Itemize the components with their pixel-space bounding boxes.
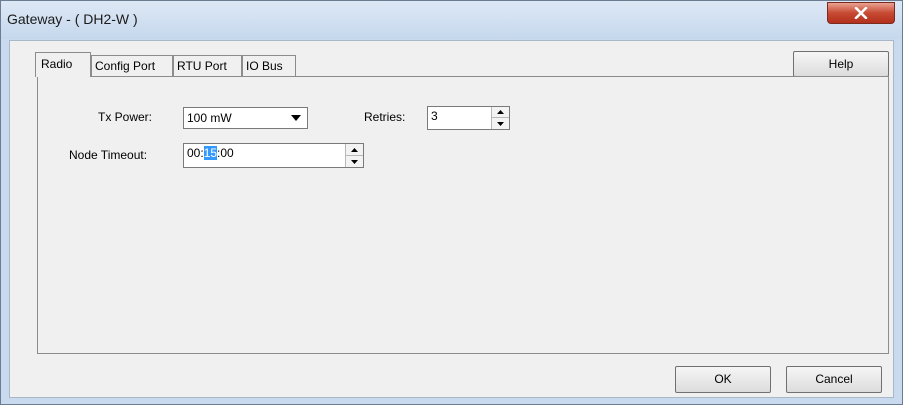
spin-up-icon [497, 110, 504, 114]
window-title: Gateway - ( DH2-W ) [7, 11, 138, 27]
node-timeout-value: 00:15:00 [187, 146, 234, 160]
retries-spin-down-button[interactable] [492, 118, 509, 129]
retries-spinbox[interactable]: 3 [427, 106, 510, 130]
close-icon [854, 7, 868, 19]
node-timeout-spin-down-button[interactable] [346, 156, 363, 168]
ok-button[interactable]: OK [675, 366, 771, 393]
dialog-client-area: Radio Config Port RTU Port IO Bus Help T… [9, 40, 894, 398]
node-timeout-seconds: :00 [217, 146, 234, 160]
title-bar[interactable]: Gateway - ( DH2-W ) [1, 1, 902, 39]
tab-rtu-port[interactable]: RTU Port [173, 55, 242, 76]
tx-power-dropdown[interactable]: 100 mW [183, 107, 308, 129]
retries-label: Retries: [364, 110, 406, 124]
tx-power-label: Tx Power: [98, 110, 153, 124]
retries-spin-buttons [491, 107, 509, 129]
spin-up-icon [351, 148, 358, 152]
tab-io-bus[interactable]: IO Bus [242, 55, 296, 76]
tab-radio[interactable]: Radio [35, 52, 91, 77]
retries-value: 3 [431, 109, 438, 123]
close-button[interactable] [827, 2, 895, 24]
node-timeout-spin-buttons [345, 144, 363, 167]
node-timeout-label: Node Timeout: [69, 148, 148, 162]
radio-tab-panel: Tx Power: 100 mW Retries: 3 Node Timeout… [37, 76, 889, 354]
node-timeout-spin-up-button[interactable] [346, 144, 363, 156]
node-timeout-spinbox[interactable]: 00:15:00 [183, 143, 364, 168]
gateway-dialog: Gateway - ( DH2-W ) Radio Config Port RT… [0, 0, 903, 405]
retries-spin-up-button[interactable] [492, 107, 509, 118]
tx-power-value: 100 mW [187, 111, 232, 125]
spin-down-icon [351, 159, 358, 164]
tab-config-port[interactable]: Config Port [91, 55, 173, 76]
node-timeout-minutes-selected: 15 [203, 146, 218, 160]
cancel-button[interactable]: Cancel [786, 366, 882, 393]
dropdown-arrow-icon[interactable] [291, 115, 301, 121]
node-timeout-hours: 00: [187, 146, 204, 160]
help-button[interactable]: Help [793, 51, 889, 77]
spin-down-icon [497, 122, 504, 126]
